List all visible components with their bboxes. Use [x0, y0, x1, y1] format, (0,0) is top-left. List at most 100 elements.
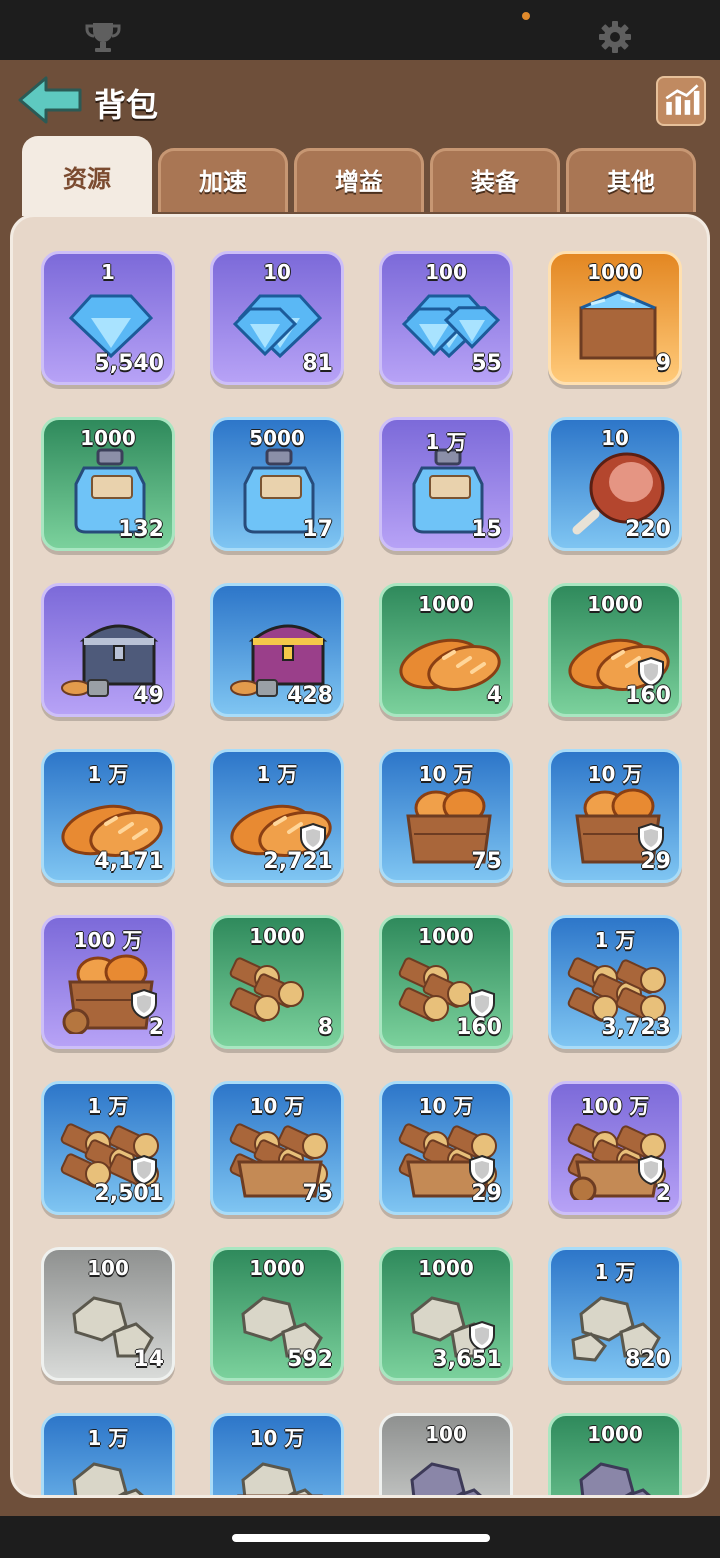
- tab-equipment[interactable]: 装备: [430, 148, 560, 212]
- item-count: 160: [625, 683, 671, 708]
- item-amount: 10 万: [418, 1094, 474, 1118]
- tab-speedup[interactable]: 加速: [158, 148, 288, 212]
- inventory-item[interactable]: 10 220: [548, 417, 682, 551]
- item-count: 132: [118, 517, 164, 542]
- item-count: 160: [456, 1015, 502, 1040]
- item-count: 2: [655, 1181, 671, 1206]
- item-count: 220: [625, 517, 671, 542]
- inventory-item[interactable]: 1 万 3,723: [548, 915, 682, 1049]
- item-count: 2,721: [263, 849, 333, 874]
- item-amount: 1000: [249, 924, 305, 948]
- inventory-item[interactable]: 1000 132: [41, 417, 175, 551]
- inventory-item[interactable]: 1000 9: [548, 251, 682, 385]
- item-amount: 100: [87, 1256, 129, 1280]
- inventory-item[interactable]: 1000 8: [210, 915, 344, 1049]
- status-bar: [0, 0, 720, 60]
- item-amount: 1000: [587, 592, 643, 616]
- item-count: 55: [471, 351, 502, 376]
- inventory-item[interactable]: 100 万 2: [41, 915, 175, 1049]
- item-amount: 1000: [418, 592, 474, 616]
- inventory-item[interactable]: 1 万: [41, 1413, 175, 1495]
- tab-boost[interactable]: 增益: [294, 148, 424, 212]
- item-count: 49: [133, 683, 164, 708]
- item-amount: 1000: [587, 260, 643, 284]
- inventory-item[interactable]: 10 万 75: [210, 1081, 344, 1215]
- item-amount: 1000: [249, 1256, 305, 1280]
- item-count: 3,723: [601, 1015, 671, 1040]
- inventory-panel: 1 5,540 10 81 100 55 1000 9 1000 132 5000 17 1 万…: [10, 214, 710, 1498]
- inventory-item[interactable]: 10 万 29: [379, 1081, 513, 1215]
- page-title: 背包: [94, 86, 159, 124]
- item-amount: 10 万: [587, 762, 643, 786]
- notification-dot: [522, 12, 530, 20]
- item-count: 9: [655, 351, 671, 376]
- inventory-item[interactable]: 49: [41, 583, 175, 717]
- inventory-item[interactable]: 1000: [548, 1413, 682, 1495]
- item-count: 17: [302, 517, 333, 542]
- tab-resources[interactable]: 资源: [22, 136, 152, 216]
- inventory-item[interactable]: 10 81: [210, 251, 344, 385]
- tab-other[interactable]: 其他: [566, 148, 696, 212]
- inventory-item[interactable]: 100: [379, 1413, 513, 1495]
- inventory-item[interactable]: 428: [210, 583, 344, 717]
- item-count: 8: [317, 1015, 333, 1040]
- item-count: 15: [471, 517, 502, 542]
- item-amount: 100: [425, 260, 467, 284]
- item-amount: 100 万: [73, 928, 143, 952]
- item-count: 81: [302, 351, 333, 376]
- item-count: 4: [486, 683, 502, 708]
- iron-ore-icon: [410, 1462, 482, 1495]
- inventory-item[interactable]: 1 万 2,721: [210, 749, 344, 883]
- gear-icon[interactable]: [598, 20, 632, 54]
- item-amount: 1 万: [87, 1426, 129, 1450]
- item-amount: 100: [425, 1422, 467, 1446]
- inventory-item[interactable]: 1 万 4,171: [41, 749, 175, 883]
- item-amount: 10 万: [249, 1094, 305, 1118]
- item-amount: 1 万: [594, 1260, 636, 1284]
- inventory-item[interactable]: 1 万 2,501: [41, 1081, 175, 1215]
- stats-button[interactable]: [656, 76, 706, 126]
- item-count: 4,171: [94, 849, 164, 874]
- item-count: 2: [148, 1015, 164, 1040]
- item-count: 29: [640, 849, 671, 874]
- item-count: 820: [625, 1347, 671, 1372]
- inventory-item[interactable]: 10 万 75: [379, 749, 513, 883]
- item-count: 592: [287, 1347, 333, 1372]
- item-count: 14: [133, 1347, 164, 1372]
- item-count: 5,540: [94, 351, 164, 376]
- inventory-item[interactable]: 1000 160: [548, 583, 682, 717]
- inventory-item[interactable]: 5000 17: [210, 417, 344, 551]
- item-amount: 1 万: [594, 928, 636, 952]
- inventory-item[interactable]: 100 万 2: [548, 1081, 682, 1215]
- item-amount: 10: [263, 260, 291, 284]
- item-amount: 100 万: [580, 1094, 650, 1118]
- inventory-item[interactable]: 1 5,540: [41, 251, 175, 385]
- inventory-item[interactable]: 1000 592: [210, 1247, 344, 1381]
- item-amount: 10 万: [249, 1426, 305, 1450]
- back-arrow-icon[interactable]: [16, 74, 84, 126]
- item-amount: 1 万: [87, 762, 129, 786]
- inventory-item[interactable]: 1000 4: [379, 583, 513, 717]
- inventory-item[interactable]: 100 55: [379, 251, 513, 385]
- item-amount: 5000: [249, 426, 305, 450]
- inventory-item[interactable]: 100 14: [41, 1247, 175, 1381]
- item-amount: 10 万: [418, 762, 474, 786]
- inventory-item[interactable]: 10 万: [210, 1413, 344, 1495]
- inventory-item[interactable]: 1000 160: [379, 915, 513, 1049]
- item-amount: 1000: [587, 1422, 643, 1446]
- trophy-icon[interactable]: [84, 20, 122, 54]
- item-amount: 1 万: [87, 1094, 129, 1118]
- item-count: 2,501: [94, 1181, 164, 1206]
- iron-ore-icon: [579, 1462, 651, 1495]
- home-indicator[interactable]: [232, 1534, 490, 1542]
- inventory-item[interactable]: 10 万 29: [548, 749, 682, 883]
- item-amount: 1000: [418, 1256, 474, 1280]
- item-count: 75: [471, 849, 502, 874]
- item-count: 3,651: [432, 1347, 502, 1372]
- inventory-item[interactable]: 1000 3,651: [379, 1247, 513, 1381]
- inventory-item[interactable]: 1 万 820: [548, 1247, 682, 1381]
- inventory-item[interactable]: 1 万 15: [379, 417, 513, 551]
- item-amount: 1 万: [256, 762, 298, 786]
- item-amount: 1: [101, 260, 115, 284]
- bar-chart-icon: [665, 84, 700, 115]
